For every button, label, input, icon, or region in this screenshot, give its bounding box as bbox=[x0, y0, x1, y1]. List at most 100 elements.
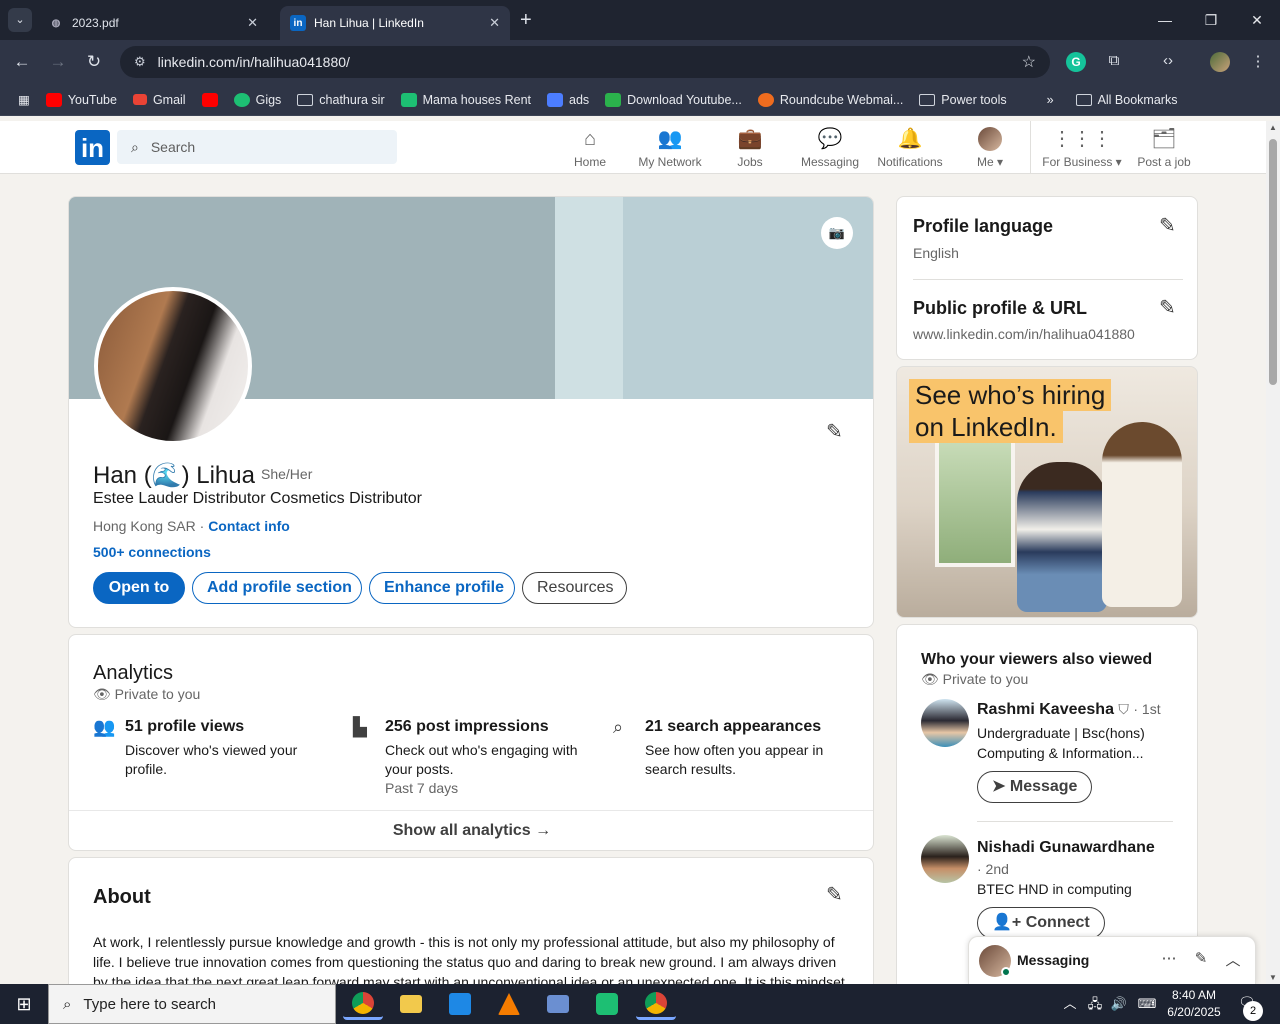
ad-image-person bbox=[1017, 462, 1107, 612]
nav-jobs[interactable]: 💼 Jobs bbox=[710, 127, 790, 169]
nav-home[interactable]: ⌂ Home bbox=[550, 127, 630, 169]
chat-icon: 💬 bbox=[817, 128, 843, 150]
folder-icon bbox=[1075, 93, 1092, 106]
tab-title: 2023.pdf bbox=[72, 16, 119, 30]
tab-search-button[interactable]: ⌄ bbox=[8, 8, 32, 32]
bookmark-roundcube[interactable]: Roundcube Webmai... bbox=[757, 92, 903, 107]
edit-intro-pencil-icon[interactable]: ✎ bbox=[826, 419, 843, 444]
grid-icon: ⋮⋮⋮ bbox=[1052, 128, 1112, 150]
resources-button[interactable]: Resources bbox=[522, 572, 627, 604]
tab-linkedin[interactable]: in Han Lihua | LinkedIn ✕ bbox=[280, 6, 510, 40]
close-icon[interactable]: ✕ bbox=[489, 15, 500, 31]
youtube-icon bbox=[45, 92, 62, 107]
tab-title: Han Lihua | LinkedIn bbox=[314, 16, 424, 30]
network-icon[interactable]: 🖧 bbox=[1084, 984, 1106, 1024]
bookmark-youtube[interactable]: YouTube bbox=[45, 92, 117, 107]
nav-post-a-job[interactable]: 🗂 Post a job bbox=[1124, 127, 1204, 169]
vscode-icon[interactable] bbox=[440, 988, 480, 1020]
bookmark-gigs[interactable]: Gigs bbox=[233, 92, 281, 107]
scroll-down-icon[interactable]: ▼ bbox=[1266, 973, 1280, 982]
address-bar[interactable]: ⚙ linkedin.com/in/halihua041880/ ☆ bbox=[120, 46, 1050, 78]
edit-language-pencil-icon[interactable]: ✎ bbox=[1159, 213, 1176, 238]
profile-top-card: 📷 ✎ Han (🌊) Lihua She/Her Estee Lauder D… bbox=[68, 196, 874, 628]
tab-pdf[interactable]: ◍ 2023.pdf ✕ bbox=[38, 6, 268, 40]
people-icon: 👥 bbox=[93, 717, 116, 737]
app-green-icon[interactable] bbox=[587, 988, 627, 1020]
page-scrollbar[interactable]: ▲ ▼ bbox=[1266, 121, 1280, 984]
profile-settings-card: Profile language ✎ English Public profil… bbox=[896, 196, 1198, 360]
all-bookmarks[interactable]: All Bookmarks bbox=[1075, 93, 1177, 107]
show-all-analytics-button[interactable]: Show all analytics → bbox=[69, 810, 873, 850]
grammarly-extension-icon[interactable]: G bbox=[1066, 52, 1090, 72]
avatar[interactable] bbox=[921, 699, 969, 747]
close-window-icon[interactable]: ✕ bbox=[1234, 0, 1280, 40]
profile-photo[interactable] bbox=[94, 287, 252, 445]
bookmark-chathura-sir[interactable]: chathura sir bbox=[297, 93, 385, 107]
bookmark-ads[interactable]: ads bbox=[547, 92, 589, 107]
chrome-profile-taskbar-icon[interactable] bbox=[636, 988, 676, 1020]
reload-icon[interactable]: ↻ bbox=[82, 52, 106, 72]
taskbar-search-input[interactable]: ⌕ Type here to search bbox=[48, 984, 336, 1024]
chevron-up-icon[interactable]: ︿ bbox=[1060, 984, 1080, 1024]
messaging-overlay[interactable]: Messaging ⋯ ✎ ︿ bbox=[968, 936, 1256, 984]
nav-my-network[interactable]: 👥 My Network bbox=[630, 127, 710, 169]
more-bookmarks-icon[interactable]: » bbox=[1047, 93, 1054, 107]
scrollbar-thumb[interactable] bbox=[1269, 139, 1277, 385]
nav-notifications[interactable]: 🔔 Notifications bbox=[870, 127, 950, 169]
chevron-up-icon[interactable]: ︿ bbox=[1221, 949, 1245, 970]
browser-toolbar: ← → ↻ ⚙ linkedin.com/in/halihua041880/ ☆… bbox=[0, 40, 1280, 84]
apps-grid-icon[interactable]: ▦ bbox=[18, 92, 30, 107]
profile-avatar-icon[interactable] bbox=[1208, 52, 1232, 76]
nav-me[interactable]: Me ▾ bbox=[950, 127, 1030, 169]
minimize-icon[interactable]: — bbox=[1142, 0, 1188, 40]
contact-info-link[interactable]: Contact info bbox=[208, 518, 290, 534]
keyboard-icon[interactable]: ⌨ bbox=[1134, 984, 1160, 1024]
back-icon[interactable]: ← bbox=[10, 52, 34, 72]
open-to-button[interactable]: Open to bbox=[93, 572, 185, 604]
edit-url-pencil-icon[interactable]: ✎ bbox=[1159, 295, 1176, 320]
devtools-icon[interactable]: ‹› bbox=[1156, 52, 1180, 69]
nav-for-business[interactable]: ⋮⋮⋮ For Business ▾ bbox=[1042, 127, 1122, 169]
search-input[interactable]: ⌕ Search bbox=[117, 130, 397, 164]
bookmark-youtube-2[interactable] bbox=[201, 92, 218, 107]
restore-icon[interactable]: ❐ bbox=[1188, 0, 1234, 40]
gmail-icon bbox=[132, 94, 147, 105]
windows-start-icon[interactable]: ⊞ bbox=[0, 984, 48, 1024]
scroll-up-icon[interactable]: ▲ bbox=[1266, 123, 1280, 132]
bookmark-gmail[interactable]: Gmail bbox=[132, 93, 186, 107]
bookmark-power-tools[interactable]: Power tools bbox=[919, 93, 1007, 107]
vlc-icon[interactable] bbox=[489, 988, 529, 1020]
edit-about-pencil-icon[interactable]: ✎ bbox=[826, 882, 843, 907]
file-explorer-icon[interactable] bbox=[391, 988, 431, 1020]
linkedin-logo[interactable]: in bbox=[75, 130, 110, 165]
remote-desktop-icon[interactable] bbox=[538, 988, 578, 1020]
chrome-taskbar-icon[interactable] bbox=[343, 988, 383, 1020]
bookmark-download-youtube[interactable]: Download Youtube... bbox=[605, 92, 742, 107]
bookmark-mama-houses[interactable]: Mama houses Rent bbox=[400, 92, 531, 107]
extensions-icon[interactable]: ⧉ bbox=[1102, 52, 1126, 69]
camera-icon[interactable]: 📷 bbox=[821, 217, 853, 249]
add-profile-section-button[interactable]: Add profile section bbox=[192, 572, 362, 604]
bookmark-star-icon[interactable]: ☆ bbox=[1022, 52, 1036, 72]
site-info-icon[interactable]: ⚙ bbox=[134, 54, 146, 70]
compose-icon[interactable]: ✎ bbox=[1189, 949, 1213, 967]
menu-kebab-icon[interactable]: ⋮ bbox=[1246, 52, 1270, 70]
avatar[interactable] bbox=[921, 835, 969, 883]
connect-button[interactable]: 👤+ Connect bbox=[977, 907, 1105, 939]
forward-icon[interactable]: → bbox=[46, 52, 70, 72]
new-tab-button[interactable]: + bbox=[520, 8, 532, 32]
more-options-icon[interactable]: ⋯ bbox=[1157, 949, 1181, 967]
connections-link[interactable]: 500+ connections bbox=[93, 544, 211, 560]
enhance-profile-button[interactable]: Enhance profile bbox=[369, 572, 515, 604]
nav-messaging[interactable]: 💬 Messaging bbox=[790, 127, 870, 169]
profile-headline: Estee Lauder Distributor Cosmetics Distr… bbox=[93, 490, 423, 507]
private-label: 👁 Private to you bbox=[93, 686, 201, 702]
briefcase-icon: 💼 bbox=[737, 128, 763, 150]
message-button[interactable]: ➤ Message bbox=[977, 771, 1093, 803]
hiring-ad[interactable]: See who’s hiring on LinkedIn. bbox=[896, 366, 1198, 618]
volume-icon[interactable]: 🔊 bbox=[1108, 984, 1130, 1024]
close-icon[interactable]: ✕ bbox=[247, 15, 258, 31]
viewer-name[interactable]: Nishadi Gunawardhane bbox=[977, 839, 1155, 857]
taskbar-clock[interactable]: 8:40 AM 6/20/2025 bbox=[1158, 987, 1230, 1021]
viewer-name[interactable]: Rashmi Kaveesha ⛉ · 1st bbox=[977, 701, 1161, 719]
